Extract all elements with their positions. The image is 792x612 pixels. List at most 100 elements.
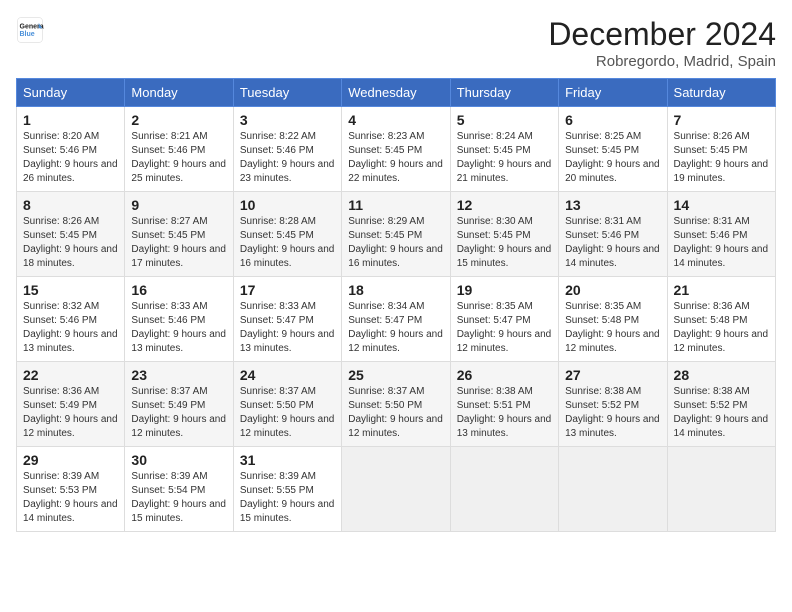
day-number: 4 (348, 112, 443, 128)
calendar-week-2: 8 Sunrise: 8:26 AMSunset: 5:45 PMDaylight… (17, 192, 776, 277)
calendar-cell: 10 Sunrise: 8:28 AMSunset: 5:45 PMDayligh… (233, 192, 341, 277)
calendar-table: SundayMondayTuesdayWednesdayThursdayFrid… (16, 78, 776, 532)
day-number: 23 (131, 367, 226, 383)
day-info: Sunrise: 8:20 AMSunset: 5:46 PMDaylight:… (23, 130, 118, 186)
day-number: 14 (674, 197, 769, 213)
day-info: Sunrise: 8:37 AMSunset: 5:49 PMDaylight:… (131, 385, 226, 441)
calendar-cell: 1 Sunrise: 8:20 AMSunset: 5:46 PMDaylight… (17, 107, 125, 192)
day-info: Sunrise: 8:35 AMSunset: 5:47 PMDaylight:… (457, 300, 552, 356)
calendar-cell (450, 447, 558, 532)
day-info: Sunrise: 8:28 AMSunset: 5:45 PMDaylight:… (240, 215, 335, 271)
calendar-cell: 30 Sunrise: 8:39 AMSunset: 5:54 PMDayligh… (125, 447, 233, 532)
calendar-cell: 15 Sunrise: 8:32 AMSunset: 5:46 PMDayligh… (17, 277, 125, 362)
day-number: 5 (457, 112, 552, 128)
page-header: General Blue General Blue December 2024 … (16, 16, 776, 70)
day-info: Sunrise: 8:31 AMSunset: 5:46 PMDaylight:… (674, 215, 769, 271)
day-info: Sunrise: 8:33 AMSunset: 5:46 PMDaylight:… (131, 300, 226, 356)
calendar-body: 1 Sunrise: 8:20 AMSunset: 5:46 PMDaylight… (17, 107, 776, 532)
day-number: 2 (131, 112, 226, 128)
title-block: December 2024 Robregordo, Madrid, Spain (548, 16, 776, 70)
day-number: 22 (23, 367, 118, 383)
day-info: Sunrise: 8:31 AMSunset: 5:46 PMDaylight:… (565, 215, 660, 271)
day-number: 15 (23, 282, 118, 298)
weekday-header-thursday: Thursday (450, 79, 558, 107)
weekday-header-sunday: Sunday (17, 79, 125, 107)
page-title: December 2024 (548, 16, 776, 53)
calendar-week-3: 15 Sunrise: 8:32 AMSunset: 5:46 PMDayligh… (17, 277, 776, 362)
weekday-header-monday: Monday (125, 79, 233, 107)
day-number: 11 (348, 197, 443, 213)
day-info: Sunrise: 8:39 AMSunset: 5:54 PMDaylight:… (131, 470, 226, 526)
day-info: Sunrise: 8:38 AMSunset: 5:52 PMDaylight:… (674, 385, 769, 441)
day-number: 20 (565, 282, 660, 298)
calendar-cell: 16 Sunrise: 8:33 AMSunset: 5:46 PMDayligh… (125, 277, 233, 362)
day-info: Sunrise: 8:37 AMSunset: 5:50 PMDaylight:… (240, 385, 335, 441)
day-info: Sunrise: 8:34 AMSunset: 5:47 PMDaylight:… (348, 300, 443, 356)
day-info: Sunrise: 8:24 AMSunset: 5:45 PMDaylight:… (457, 130, 552, 186)
day-info: Sunrise: 8:27 AMSunset: 5:45 PMDaylight:… (131, 215, 226, 271)
calendar-cell: 21 Sunrise: 8:36 AMSunset: 5:48 PMDayligh… (667, 277, 775, 362)
day-number: 7 (674, 112, 769, 128)
day-info: Sunrise: 8:37 AMSunset: 5:50 PMDaylight:… (348, 385, 443, 441)
calendar-cell: 20Sunrise: 8:35 AMSunset: 5:48 PMDayligh… (559, 277, 667, 362)
logo-icon: General Blue (16, 16, 44, 44)
day-info: Sunrise: 8:26 AMSunset: 5:45 PMDaylight:… (23, 215, 118, 271)
calendar-cell: 29 Sunrise: 8:39 AMSunset: 5:53 PMDayligh… (17, 447, 125, 532)
day-info: Sunrise: 8:36 AMSunset: 5:49 PMDaylight:… (23, 385, 118, 441)
day-number: 18 (348, 282, 443, 298)
weekday-header-wednesday: Wednesday (342, 79, 450, 107)
calendar-cell: 2Sunrise: 8:21 AMSunset: 5:46 PMDaylight… (125, 107, 233, 192)
calendar-cell: 6Sunrise: 8:25 AMSunset: 5:45 PMDaylight… (559, 107, 667, 192)
svg-text:Blue: Blue (20, 31, 35, 38)
calendar-cell: 9 Sunrise: 8:27 AMSunset: 5:45 PMDaylight… (125, 192, 233, 277)
calendar-cell: 25 Sunrise: 8:37 AMSunset: 5:50 PMDayligh… (342, 362, 450, 447)
day-info: Sunrise: 8:29 AMSunset: 5:45 PMDaylight:… (348, 215, 443, 271)
calendar-cell: 22 Sunrise: 8:36 AMSunset: 5:49 PMDayligh… (17, 362, 125, 447)
calendar-cell: 8 Sunrise: 8:26 AMSunset: 5:45 PMDaylight… (17, 192, 125, 277)
calendar-cell: 31Sunrise: 8:39 AMSunset: 5:55 PMDayligh… (233, 447, 341, 532)
day-number: 1 (23, 112, 118, 128)
calendar-cell: 24 Sunrise: 8:37 AMSunset: 5:50 PMDayligh… (233, 362, 341, 447)
calendar-cell: 17Sunrise: 8:33 AMSunset: 5:47 PMDayligh… (233, 277, 341, 362)
calendar-week-5: 29 Sunrise: 8:39 AMSunset: 5:53 PMDayligh… (17, 447, 776, 532)
day-number: 29 (23, 452, 118, 468)
day-number: 9 (131, 197, 226, 213)
day-info: Sunrise: 8:39 AMSunset: 5:53 PMDaylight:… (23, 470, 118, 526)
calendar-cell: 23 Sunrise: 8:37 AMSunset: 5:49 PMDayligh… (125, 362, 233, 447)
calendar-cell: 26Sunrise: 8:38 AMSunset: 5:51 PMDayligh… (450, 362, 558, 447)
day-number: 8 (23, 197, 118, 213)
day-number: 16 (131, 282, 226, 298)
weekday-header-friday: Friday (559, 79, 667, 107)
day-number: 10 (240, 197, 335, 213)
calendar-cell: 18 Sunrise: 8:34 AMSunset: 5:47 PMDayligh… (342, 277, 450, 362)
day-info: Sunrise: 8:26 AMSunset: 5:45 PMDaylight:… (674, 130, 769, 186)
day-number: 28 (674, 367, 769, 383)
calendar-cell (667, 447, 775, 532)
calendar-cell: 14 Sunrise: 8:31 AMSunset: 5:46 PMDayligh… (667, 192, 775, 277)
calendar-week-4: 22 Sunrise: 8:36 AMSunset: 5:49 PMDayligh… (17, 362, 776, 447)
weekday-header-saturday: Saturday (667, 79, 775, 107)
calendar-cell (559, 447, 667, 532)
calendar-cell: 13Sunrise: 8:31 AMSunset: 5:46 PMDayligh… (559, 192, 667, 277)
weekday-header-row: SundayMondayTuesdayWednesdayThursdayFrid… (17, 79, 776, 107)
day-info: Sunrise: 8:30 AMSunset: 5:45 PMDaylight:… (457, 215, 552, 271)
calendar-cell: 3Sunrise: 8:22 AMSunset: 5:46 PMDaylight… (233, 107, 341, 192)
day-number: 25 (348, 367, 443, 383)
day-info: Sunrise: 8:32 AMSunset: 5:46 PMDaylight:… (23, 300, 118, 356)
day-number: 31 (240, 452, 335, 468)
day-number: 30 (131, 452, 226, 468)
day-info: Sunrise: 8:25 AMSunset: 5:45 PMDaylight:… (565, 130, 660, 186)
calendar-cell (342, 447, 450, 532)
weekday-header-tuesday: Tuesday (233, 79, 341, 107)
calendar-cell: 19 Sunrise: 8:35 AMSunset: 5:47 PMDayligh… (450, 277, 558, 362)
day-info: Sunrise: 8:23 AMSunset: 5:45 PMDaylight:… (348, 130, 443, 186)
day-number: 17 (240, 282, 335, 298)
day-number: 24 (240, 367, 335, 383)
day-info: Sunrise: 8:36 AMSunset: 5:48 PMDaylight:… (674, 300, 769, 356)
day-number: 12 (457, 197, 552, 213)
day-number: 26 (457, 367, 552, 383)
calendar-cell: 27Sunrise: 8:38 AMSunset: 5:52 PMDayligh… (559, 362, 667, 447)
day-number: 19 (457, 282, 552, 298)
day-number: 21 (674, 282, 769, 298)
calendar-cell: 5 Sunrise: 8:24 AMSunset: 5:45 PMDaylight… (450, 107, 558, 192)
